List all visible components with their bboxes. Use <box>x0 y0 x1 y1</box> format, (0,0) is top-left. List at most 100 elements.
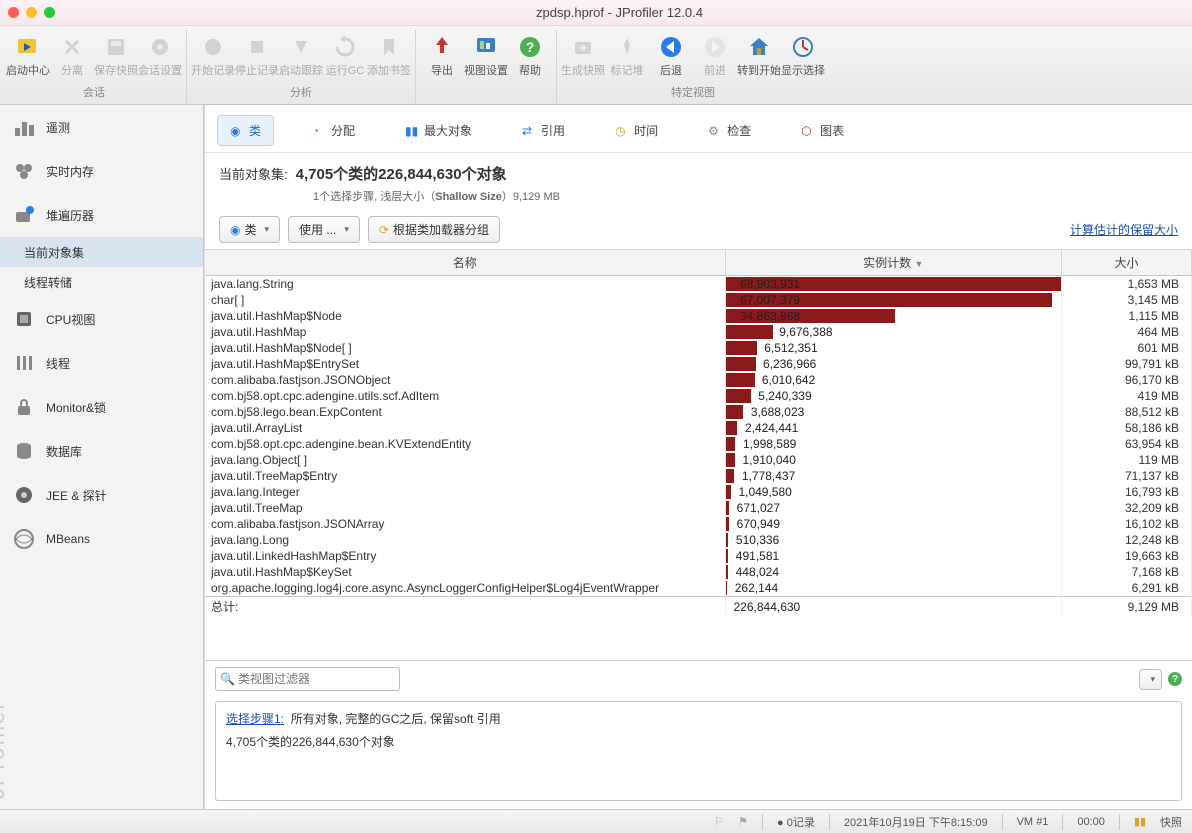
tab-inspect[interactable]: ⚙检查 <box>696 116 763 145</box>
table-row[interactable]: com.bj58.opt.cpc.adengine.utils.scf.AdIt… <box>205 388 1192 404</box>
status-datetime: 2021年10月19日 下午8:15:09 <box>844 814 988 830</box>
table-row[interactable]: java.util.HashMap$Node34,863,8681,115 MB <box>205 308 1192 324</box>
cell-count: 6,236,966 <box>725 356 1062 372</box>
table-row[interactable]: com.bj58.lego.bean.ExpContent3,688,02388… <box>205 404 1192 420</box>
view-tabs: ◉类 ◔分配 ▮▮最大对象 ⇄引用 ◷时间 ⚙检查 ⬡图表 <box>205 105 1192 153</box>
sidebar-sub-item[interactable]: 当前对象集 <box>0 237 203 267</box>
table-row[interactable]: java.util.TreeMap671,02732,209 kB <box>205 500 1192 516</box>
filter-options-button[interactable] <box>1139 669 1162 690</box>
track-icon <box>288 34 314 60</box>
toolbar-gc-button: 运行GC <box>323 30 367 82</box>
cell-size: 7,168 kB <box>1062 564 1192 580</box>
objects-table[interactable]: 名称 实例计数 ▼ 大小 java.lang.String68,903,9311… <box>205 249 1192 661</box>
calc-retained-link[interactable]: 计算估计的保留大小 <box>1070 221 1178 238</box>
table-row[interactable]: java.lang.Long510,33612,248 kB <box>205 532 1192 548</box>
toolbar-pin-button: 标记堆 <box>605 30 649 82</box>
toolbar-viewset-button[interactable]: 视图设置 <box>464 30 508 82</box>
group-by-classloader-button[interactable]: ⟳ 根据类加载器分组 <box>368 216 500 243</box>
cell-size: 16,793 kB <box>1062 484 1192 500</box>
toolbar-showsel-button[interactable]: 显示选择 <box>781 30 825 82</box>
cell-count: 34,863,868 <box>725 308 1062 324</box>
sidebar-item-db[interactable]: 数据库 <box>0 429 203 473</box>
cell-size: 1,115 MB <box>1062 308 1192 324</box>
table-row[interactable]: com.bj58.opt.cpc.adengine.bean.KVExtendE… <box>205 436 1192 452</box>
heapwalker-icon <box>12 203 36 227</box>
sidebar-item-cpu[interactable]: CPU视图 <box>0 297 203 341</box>
use-dropdown-button[interactable]: 使用 ... <box>288 216 360 243</box>
viewset-icon <box>473 34 499 60</box>
home-icon <box>746 34 772 60</box>
cell-count: 1,998,589 <box>725 436 1062 452</box>
sidebar-item-telemetry[interactable]: 遥测 <box>0 105 203 149</box>
snap-icon <box>570 34 596 60</box>
mbeans-icon <box>12 527 36 551</box>
cell-size: 419 MB <box>1062 388 1192 404</box>
sidebar-item-label: 实时内存 <box>46 163 94 180</box>
window-title: zpdsp.hprof - JProfiler 12.0.4 <box>55 5 1184 20</box>
table-row[interactable]: java.lang.String68,903,9311,653 MB <box>205 276 1192 293</box>
toolbar-home-button[interactable]: 转到开始 <box>737 30 781 82</box>
cell-classname: java.lang.Object[ ] <box>205 452 725 468</box>
tab-alloc[interactable]: ◔分配 <box>300 116 367 145</box>
lock-icon <box>12 395 36 419</box>
sidebar-item-threads[interactable]: 线程 <box>0 341 203 385</box>
sidebar-sub-item[interactable]: 线程转储 <box>0 267 203 297</box>
tab-ref[interactable]: ⇄引用 <box>510 116 577 145</box>
table-row[interactable]: java.lang.Object[ ]1,910,040119 MB <box>205 452 1192 468</box>
tab-time[interactable]: ◷时间 <box>603 116 670 145</box>
table-row[interactable]: java.util.LinkedHashMap$Entry491,58119,6… <box>205 548 1192 564</box>
table-row[interactable]: java.util.HashMap$KeySet448,0247,168 kB <box>205 564 1192 580</box>
controls-bar: ◉ 类 使用 ... ⟳ 根据类加载器分组 计算估计的保留大小 <box>205 210 1192 249</box>
tab-class[interactable]: ◉类 <box>217 115 274 146</box>
table-row[interactable]: java.util.HashMap9,676,388464 MB <box>205 324 1192 340</box>
search-icon: 🔍 <box>220 672 235 686</box>
sidebar-item-mbeans[interactable]: MBeans <box>0 517 203 561</box>
cell-count: 491,581 <box>725 548 1062 564</box>
filter-input[interactable] <box>215 667 400 691</box>
cell-count: 670,949 <box>725 516 1062 532</box>
table-row[interactable]: java.util.TreeMap$Entry1,778,43771,137 k… <box>205 468 1192 484</box>
table-row[interactable]: java.lang.Integer1,049,58016,793 kB <box>205 484 1192 500</box>
class-dropdown-button[interactable]: ◉ 类 <box>219 216 280 243</box>
tab-label: 类 <box>249 122 261 139</box>
sidebar-item-probes[interactable]: JEE & 探针 <box>0 473 203 517</box>
cell-count: 1,910,040 <box>725 452 1062 468</box>
alloc-icon: ◔ <box>312 124 326 138</box>
help-icon[interactable]: ? <box>1168 672 1182 686</box>
table-row[interactable]: com.alibaba.fastjson.JSONArray670,94916,… <box>205 516 1192 532</box>
toolbar-help-button[interactable]: ?帮助 <box>508 30 552 82</box>
sidebar-item-lock[interactable]: Monitor&锁 <box>0 385 203 429</box>
col-name[interactable]: 名称 <box>205 250 725 276</box>
toolbar-item-label: 后退 <box>660 62 682 78</box>
telemetry-icon <box>12 115 36 139</box>
cell-count: 262,144 <box>725 580 1062 597</box>
table-row[interactable]: org.apache.logging.log4j.core.async.Asyn… <box>205 580 1192 597</box>
col-size[interactable]: 大小 <box>1062 250 1192 276</box>
sidebar: 遥测实时内存堆遍历器当前对象集线程转储CPU视图线程Monitor&锁数据库JE… <box>0 105 204 809</box>
step-link[interactable]: 选择步骤1: <box>226 712 284 726</box>
table-row[interactable]: com.alibaba.fastjson.JSONObject6,010,642… <box>205 372 1192 388</box>
maximize-icon[interactable] <box>44 7 55 18</box>
close-icon[interactable] <box>8 7 19 18</box>
minimize-icon[interactable] <box>26 7 37 18</box>
table-row[interactable]: java.util.HashMap$Node[ ]6,512,351601 MB <box>205 340 1192 356</box>
table-row[interactable]: java.util.HashMap$EntrySet6,236,96699,79… <box>205 356 1192 372</box>
cell-count: 6,512,351 <box>725 340 1062 356</box>
selection-steps-panel: 选择步骤1: 所有对象, 完整的GC之后, 保留soft 引用 4,705个类的… <box>215 701 1182 801</box>
toolbar-detach-button: 分离 <box>50 30 94 82</box>
sidebar-item-heapwalker[interactable]: 堆遍历器 <box>0 193 203 237</box>
table-row[interactable]: char[ ]67,007,3793,145 MB <box>205 292 1192 308</box>
toolbar-start-button[interactable]: 启动中心 <box>6 30 50 82</box>
col-count[interactable]: 实例计数 ▼ <box>725 250 1062 276</box>
table-row[interactable]: java.util.ArrayList2,424,44158,186 kB <box>205 420 1192 436</box>
cpu-icon <box>12 307 36 331</box>
toolbar-back-button[interactable]: 后退 <box>649 30 693 82</box>
tab-biggest[interactable]: ▮▮最大对象 <box>393 116 484 145</box>
tab-graph[interactable]: ⬡图表 <box>789 116 856 145</box>
title-bar: zpdsp.hprof - JProfiler 12.0.4 <box>0 0 1192 26</box>
flag-icon[interactable]: ⚐ <box>714 815 724 828</box>
cell-classname: com.bj58.opt.cpc.adengine.utils.scf.AdIt… <box>205 388 725 404</box>
sidebar-item-livemem[interactable]: 实时内存 <box>0 149 203 193</box>
toolbar-export-button[interactable]: 导出 <box>420 30 464 82</box>
flag-icon-2[interactable]: ⚑ <box>738 815 748 828</box>
